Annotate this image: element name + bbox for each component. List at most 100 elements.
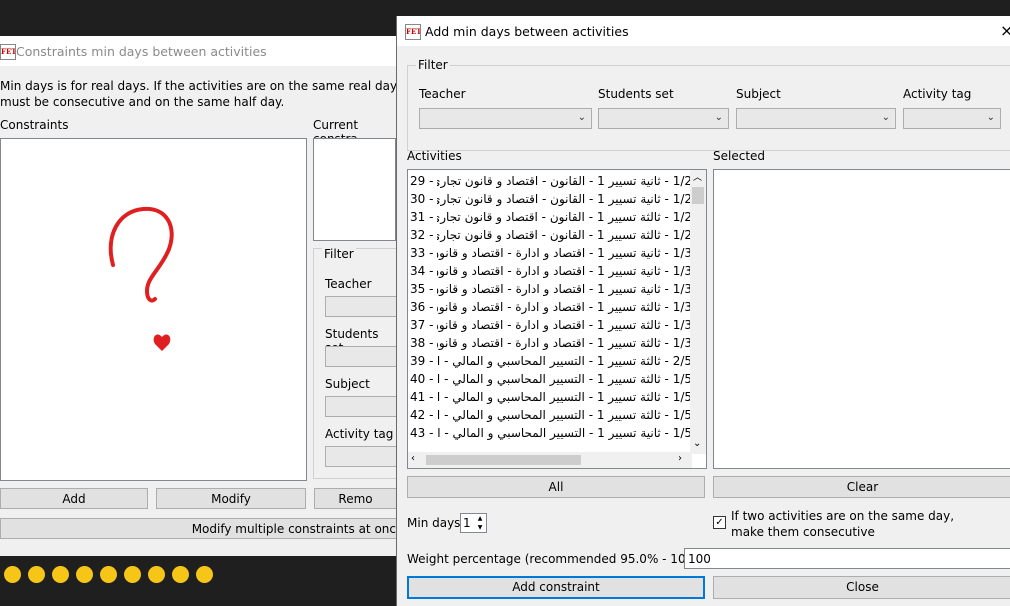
chevron-down-icon: ⌄ (714, 112, 723, 123)
background-teacher-label: Teacher (325, 277, 372, 291)
selected-list[interactable] (713, 169, 1010, 469)
all-button[interactable]: All (407, 476, 705, 498)
activity-text: 1/2 - ثالثة تسيير 1 - القانون - اقتصاد و… (430, 228, 692, 242)
consecutive-line-1: If two activities are on the same day, (731, 509, 955, 523)
thinking-emoji-icon[interactable] (28, 566, 45, 583)
activity-id: 33 - (410, 246, 438, 260)
add-button[interactable]: Add (0, 488, 148, 509)
activity-list-item[interactable]: 1/2 - ثالثة تسيير 1 - القانون - اقتصاد و… (410, 210, 692, 228)
activity-text: 1/3 - ثالثة تسيير 1 - اقتصاد و ادارة - ا… (410, 336, 692, 350)
consecutive-line-2: make them consecutive (731, 525, 875, 539)
activity-list-item[interactable]: 1/5 - ثالثة تسيير 1 - التسيير المحاسبي و… (410, 408, 692, 426)
subject-combo[interactable]: ⌄ (736, 108, 896, 129)
close-window-icon[interactable]: × (1000, 21, 1010, 40)
clear-button[interactable]: Clear (713, 476, 1010, 498)
activity-id: 30 - (410, 192, 438, 206)
nerd-emoji-icon[interactable] (52, 566, 69, 583)
activity-list-item[interactable]: 1/5 - ثانية تسيير 1 - التسيير المحاسبي و… (410, 426, 692, 444)
activity-text: 1/3 - ثانية تسيير 1 - اقتصاد و ادارة - ا… (410, 246, 692, 260)
activity-list-item[interactable]: 1/3 - ثانية تسيير 1 - اقتصاد و ادارة - ا… (410, 282, 692, 300)
activity-text: 1/2 - ثالثة تسيير 1 - القانون - اقتصاد و… (430, 210, 692, 224)
activity-list-item[interactable]: 2/5 - ثالثة تسيير 1 - التسيير المحاسبي و… (410, 354, 692, 372)
consecutive-checkbox[interactable]: ✓ (713, 516, 726, 529)
modify-multiple-button[interactable]: Modify multiple constraints at onc (0, 518, 396, 539)
activity-text: 1/3 - ثالثة تسيير 1 - اقتصاد و ادارة - ا… (410, 300, 692, 314)
background-students-combo[interactable] (325, 346, 397, 367)
students-set-label: Students set (598, 87, 674, 101)
scroll-right-icon[interactable]: › (678, 453, 682, 464)
weight-percentage-label: Weight percentage (recommended 95.0% - 1… (407, 552, 721, 566)
activity-text: 1/3 - ثانية تسيير 1 - اقتصاد و ادارة - ا… (410, 264, 692, 278)
background-subject-combo[interactable] (325, 396, 397, 417)
activity-tag-label: Activity tag (903, 87, 972, 101)
background-window: FET Constraints min days between activit… (0, 36, 397, 556)
activity-id: 38 - (410, 336, 438, 350)
weight-percentage-input[interactable]: 100 (684, 548, 1010, 569)
activities-list[interactable]: 1/2 - ثانية تسيير 1 - القانون - اقتصاد و… (407, 169, 707, 469)
horizontal-scrollbar[interactable]: ‹ › (408, 452, 692, 468)
scroll-left-icon[interactable]: ‹ (411, 453, 415, 464)
scared-emoji-icon[interactable] (76, 566, 93, 583)
activity-tag-combo[interactable]: ⌄ (903, 108, 1001, 129)
activity-list-item[interactable]: 1/2 - ثانية تسيير 1 - القانون - اقتصاد و… (410, 174, 692, 192)
activity-list-item[interactable]: 1/3 - ثالثة تسيير 1 - اقتصاد و ادارة - ا… (410, 318, 692, 336)
chevron-down-icon: ⌄ (881, 112, 890, 123)
vertical-scroll-thumb[interactable] (692, 187, 704, 204)
add-constraint-button[interactable]: Add constraint (407, 576, 705, 599)
remove-button[interactable]: Remo (314, 488, 396, 509)
background-window-title: Constraints min days between activities (16, 44, 267, 59)
constraints-list[interactable] (0, 138, 307, 481)
surprised-emoji-icon[interactable] (172, 566, 189, 583)
students-set-combo[interactable]: ⌄ (598, 108, 729, 129)
current-constraint-box[interactable] (313, 138, 396, 241)
info-line-1: Min days is for real days. If the activi… (0, 79, 396, 93)
background-titlebar: FET Constraints min days between activit… (0, 36, 396, 66)
grimace-emoji-icon[interactable] (124, 566, 141, 583)
fet-app-icon: FET (0, 44, 16, 60)
background-teacher-combo[interactable] (325, 296, 397, 317)
activity-id: 40 - (410, 372, 438, 386)
activity-text: 1/3 - ثانية تسيير 1 - اقتصاد و ادارة - ا… (410, 282, 692, 296)
min-days-spinbox[interactable]: 1 ▲ ▼ (460, 513, 487, 533)
angry-emoji-icon[interactable] (100, 566, 117, 583)
teacher-combo[interactable]: ⌄ (419, 108, 592, 129)
modify-button[interactable]: Modify (156, 488, 306, 509)
activity-list-item[interactable]: 1/5 - ثالثة تسيير 1 - التسيير المحاسبي و… (410, 372, 692, 390)
modify-multiple-label: Modify multiple constraints at onc (191, 522, 396, 536)
spin-up-icon[interactable]: ▲ (474, 514, 486, 523)
activity-text: 1/3 - ثالثة تسيير 1 - اقتصاد و ادارة - ا… (410, 318, 692, 332)
activity-id: 39 - (410, 354, 438, 368)
selected-label: Selected (713, 149, 766, 163)
spin-down-icon[interactable]: ▼ (474, 523, 486, 532)
info-line-2: must be consecutive and on the same half… (0, 95, 285, 109)
activity-list-item[interactable]: 1/3 - ثالثة تسيير 1 - اقتصاد و ادارة - ا… (410, 300, 692, 318)
background-tag-combo[interactable] (325, 446, 397, 467)
activity-text: 1/2 - ثانية تسيير 1 - القانون - اقتصاد و… (431, 174, 692, 188)
scroll-down-icon[interactable]: ⌄ (693, 438, 701, 449)
activity-id: 29 - (410, 174, 438, 188)
activity-id: 41 - (410, 390, 438, 404)
horizontal-scroll-thumb[interactable] (426, 455, 581, 465)
min-days-label: Min days (407, 516, 461, 530)
activity-list-item[interactable]: 1/3 - ثالثة تسيير 1 - اقتصاد و ادارة - ا… (410, 336, 692, 354)
subject-label: Subject (736, 87, 781, 101)
sunglasses-emoji-icon[interactable] (4, 566, 21, 583)
activity-id: 42 - (410, 408, 438, 422)
activity-list-item[interactable]: 1/3 - ثانية تسيير 1 - اقتصاد و ادارة - ا… (410, 246, 692, 264)
filter-group: Filter Teacher ⌄ Students set ⌄ Subject … (407, 58, 1010, 151)
add-min-days-dialog: FET Add min days between activities × Fi… (396, 16, 1010, 606)
worried-emoji-icon[interactable] (148, 566, 165, 583)
activities-label: Activities (407, 149, 462, 163)
activity-list-item[interactable]: 1/2 - ثانية تسيير 1 - القانون - اقتصاد و… (410, 192, 692, 210)
close-button[interactable]: Close (713, 576, 1010, 599)
vertical-scrollbar[interactable]: ︿ ⌄ (690, 170, 706, 454)
activity-list-item[interactable]: 1/2 - ثالثة تسيير 1 - القانون - اقتصاد و… (410, 228, 692, 246)
activity-text: 1/5 - ثانية تسيير 1 - التسيير المحاسبي و… (410, 426, 692, 440)
chevron-down-icon: ⌄ (577, 112, 586, 123)
crying-emoji-icon[interactable] (196, 566, 213, 583)
scroll-up-icon[interactable]: ︿ (693, 170, 702, 183)
activity-text: 1/5 - ثالثة تسيير 1 - التسيير المحاسبي و… (410, 390, 692, 404)
chevron-down-icon: ⌄ (986, 112, 995, 123)
activity-list-item[interactable]: 1/5 - ثالثة تسيير 1 - التسيير المحاسبي و… (410, 390, 692, 408)
activity-list-item[interactable]: 1/3 - ثانية تسيير 1 - اقتصاد و ادارة - ا… (410, 264, 692, 282)
